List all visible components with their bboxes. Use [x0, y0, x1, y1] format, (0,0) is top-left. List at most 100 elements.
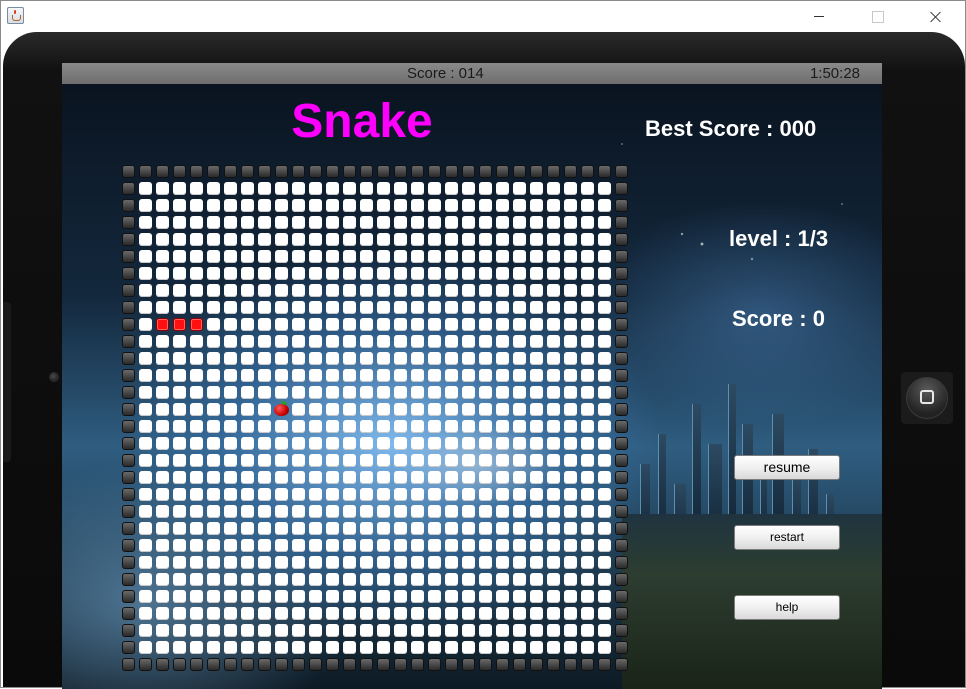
wall-cell — [615, 505, 628, 518]
wall-cell — [122, 641, 135, 654]
wall-cell — [445, 658, 458, 671]
board-cell — [241, 624, 254, 637]
board-cell — [394, 437, 407, 450]
board-cell — [428, 403, 441, 416]
board-cell — [496, 624, 509, 637]
board-cell — [309, 233, 322, 246]
wall-cell — [309, 165, 322, 178]
wall-cell — [513, 165, 526, 178]
wall-cell — [122, 420, 135, 433]
board-cell — [360, 539, 373, 552]
board-cell — [156, 284, 169, 297]
wall-cell — [598, 658, 611, 671]
close-icon[interactable] — [913, 1, 959, 32]
board-cell — [445, 182, 458, 195]
java-app-icon[interactable] — [7, 7, 24, 24]
wall-cell — [615, 267, 628, 280]
board-cell — [156, 369, 169, 382]
wall-cell — [581, 165, 594, 178]
board-cell — [513, 505, 526, 518]
board-cell — [207, 250, 220, 263]
board-cell — [445, 471, 458, 484]
board-cell — [309, 403, 322, 416]
board-cell — [377, 233, 390, 246]
board-cell — [445, 386, 458, 399]
board-cell — [292, 556, 305, 569]
board-cell — [173, 522, 186, 535]
snake-board[interactable] — [122, 165, 632, 675]
snake-segment — [190, 318, 203, 331]
board-cell — [394, 522, 407, 535]
board-cell — [207, 233, 220, 246]
board-cell — [479, 301, 492, 314]
board-cell — [360, 505, 373, 518]
board-cell — [394, 505, 407, 518]
board-cell — [173, 539, 186, 552]
board-cell — [530, 335, 543, 348]
board-cell — [190, 522, 203, 535]
board-cell — [428, 216, 441, 229]
board-cell — [513, 250, 526, 263]
board-cell — [173, 624, 186, 637]
board-cell — [360, 386, 373, 399]
board-cell — [241, 607, 254, 620]
board-cell — [156, 182, 169, 195]
board-cell — [139, 352, 152, 365]
board-cell — [173, 488, 186, 501]
board-cell — [258, 522, 271, 535]
board-cell — [462, 182, 475, 195]
board-cell — [462, 590, 475, 603]
board-cell — [547, 182, 560, 195]
board-cell — [564, 216, 577, 229]
board-cell — [598, 641, 611, 654]
wall-cell — [615, 556, 628, 569]
board-cell — [581, 471, 594, 484]
board-cell — [139, 199, 152, 212]
board-cell — [190, 607, 203, 620]
board-cell — [394, 182, 407, 195]
wall-cell — [479, 658, 492, 671]
board-cell — [547, 590, 560, 603]
board-cell — [224, 522, 237, 535]
board-cell — [173, 573, 186, 586]
board-cell — [496, 233, 509, 246]
board-cell — [139, 318, 152, 331]
board-cell — [411, 352, 424, 365]
board-cell — [445, 352, 458, 365]
board-cell — [598, 403, 611, 416]
board-cell — [513, 403, 526, 416]
home-button[interactable] — [901, 372, 953, 424]
board-cell — [581, 386, 594, 399]
restart-button[interactable]: restart — [734, 525, 840, 550]
wall-cell — [122, 335, 135, 348]
board-cell — [377, 454, 390, 467]
board-cell — [530, 403, 543, 416]
board-cell — [224, 216, 237, 229]
board-cell — [496, 607, 509, 620]
wall-cell — [615, 301, 628, 314]
board-cell — [343, 590, 356, 603]
board-cell — [207, 199, 220, 212]
board-cell — [411, 624, 424, 637]
minimize-icon[interactable] — [796, 1, 842, 32]
game-title: Snake — [291, 95, 433, 148]
board-cell — [275, 199, 288, 212]
board-cell — [394, 607, 407, 620]
board-cell — [173, 284, 186, 297]
board-cell — [581, 301, 594, 314]
board-cell — [513, 369, 526, 382]
board-cell — [275, 505, 288, 518]
help-button[interactable]: help — [734, 595, 840, 620]
board-cell — [394, 539, 407, 552]
board-cell — [343, 369, 356, 382]
board-cell — [224, 233, 237, 246]
board-cell — [530, 573, 543, 586]
board-cell — [207, 284, 220, 297]
board-cell — [581, 505, 594, 518]
board-cell — [241, 369, 254, 382]
board-cell — [496, 250, 509, 263]
board-cell — [224, 488, 237, 501]
wall-cell — [224, 165, 237, 178]
resume-button[interactable]: resume — [734, 455, 840, 480]
board-cell — [445, 335, 458, 348]
